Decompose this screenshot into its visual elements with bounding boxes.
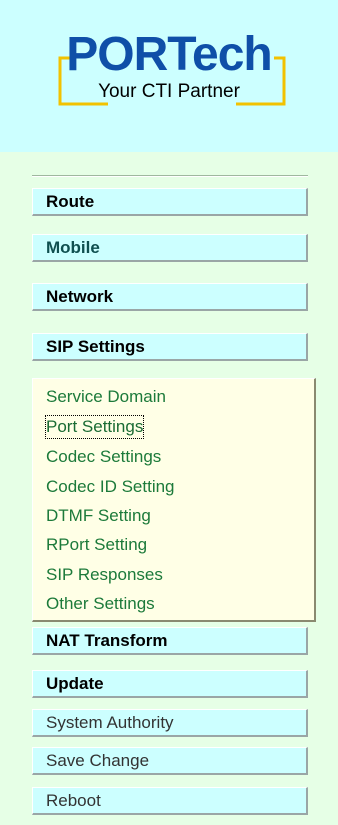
- nav-system-authority-button[interactable]: System Authority: [32, 709, 308, 737]
- nav-reboot-button[interactable]: Reboot: [32, 787, 308, 815]
- submenu-item-sip-responses[interactable]: SIP Responses: [46, 564, 163, 586]
- submenu-item-other-settings[interactable]: Other Settings: [46, 593, 155, 615]
- nav-sip-settings-button[interactable]: SIP Settings: [32, 333, 308, 361]
- nav-route-button[interactable]: Route: [32, 188, 308, 216]
- submenu-item-rport-setting[interactable]: RPort Setting: [46, 534, 147, 556]
- submenu-item-codec-settings[interactable]: Codec Settings: [46, 446, 161, 468]
- nav-nat-transform-button[interactable]: NAT Transform: [32, 627, 308, 655]
- submenu-item-port-settings[interactable]: Port Settings: [44, 415, 145, 439]
- submenu-item-codec-id-setting[interactable]: Codec ID Setting: [46, 476, 175, 498]
- nav-network-button[interactable]: Network: [32, 283, 308, 311]
- sip-settings-submenu: Service Domain Port Settings Codec Setti…: [32, 378, 316, 622]
- nav-mobile-button[interactable]: Mobile: [32, 234, 308, 262]
- submenu-item-dtmf-setting[interactable]: DTMF Setting: [46, 505, 151, 527]
- nav-save-change-button[interactable]: Save Change: [32, 747, 308, 775]
- logo-area: PORTech Your CTI Partner: [0, 0, 338, 152]
- logo-title: PORTech: [66, 28, 272, 81]
- logo-tagline: Your CTI Partner: [98, 81, 240, 102]
- menu-divider: [32, 175, 308, 177]
- submenu-item-service-domain[interactable]: Service Domain: [46, 386, 166, 408]
- nav-update-button[interactable]: Update: [32, 670, 308, 698]
